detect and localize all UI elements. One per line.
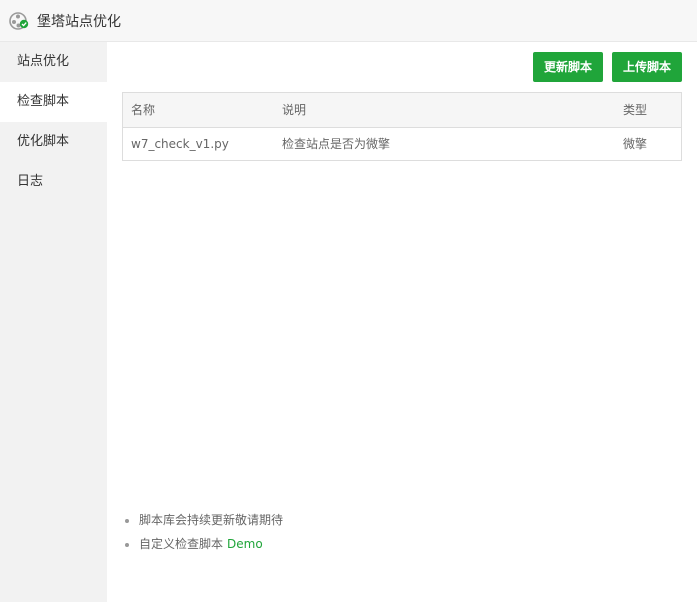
update-scripts-button[interactable]: 更新脚本 bbox=[533, 52, 603, 82]
upload-script-button[interactable]: 上传脚本 bbox=[612, 52, 682, 82]
title-bar: 堡塔站点优化 bbox=[0, 0, 697, 42]
demo-link[interactable]: Demo bbox=[227, 537, 263, 551]
table-header-row: 名称 说明 类型 bbox=[123, 93, 681, 128]
sidebar: 站点优化 检查脚本 优化脚本 日志 bbox=[0, 42, 107, 602]
column-header-name: 名称 bbox=[123, 93, 274, 128]
column-header-type: 类型 bbox=[615, 93, 681, 128]
sidebar-item-logs[interactable]: 日志 bbox=[0, 162, 107, 202]
note-text: 自定义检查脚本 bbox=[139, 537, 224, 551]
notes-list: 脚本库会持续更新敬请期待 自定义检查脚本Demo bbox=[122, 508, 283, 556]
sidebar-item-check-scripts[interactable]: 检查脚本 bbox=[0, 82, 107, 122]
column-header-description: 说明 bbox=[274, 93, 615, 128]
note-text: 脚本库会持续更新敬请期待 bbox=[139, 513, 284, 527]
sidebar-item-optimize-scripts[interactable]: 优化脚本 bbox=[0, 122, 107, 162]
script-type-cell: 微擎 bbox=[623, 137, 648, 152]
sidebar-item-site-optimize[interactable]: 站点优化 bbox=[0, 42, 107, 82]
note-item: 脚本库会持续更新敬请期待 bbox=[139, 508, 283, 532]
script-name-cell: w7_check_v1.py bbox=[131, 136, 229, 151]
main-panel: 更新脚本 上传脚本 名称 说明 类型 w7_check_v1.py 检查站点是否… bbox=[107, 42, 697, 602]
window-title: 堡塔站点优化 bbox=[37, 13, 121, 30]
scripts-table: 名称 说明 类型 w7_check_v1.py 检查站点是否为微擎 微擎 bbox=[122, 92, 682, 161]
script-description-cell: 检查站点是否为微擎 bbox=[282, 137, 391, 152]
bt-site-optimize-icon bbox=[9, 11, 29, 31]
note-item: 自定义检查脚本Demo bbox=[139, 532, 283, 556]
table-row[interactable]: w7_check_v1.py 检查站点是否为微擎 微擎 bbox=[123, 127, 681, 160]
plugin-window: 堡塔站点优化 站点优化 检查脚本 优化脚本 日志 更新脚本 上传脚本 名称 说明… bbox=[0, 0, 697, 602]
